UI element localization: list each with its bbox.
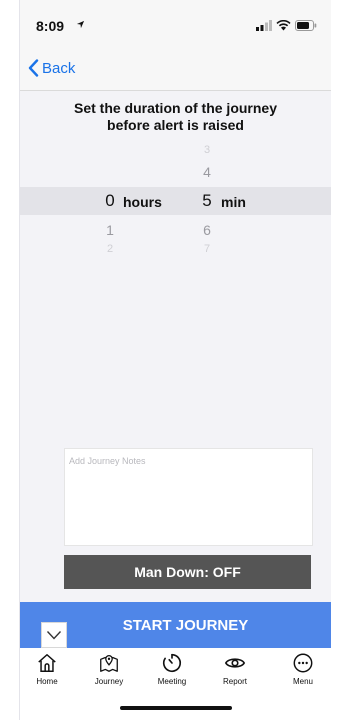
map-pin-icon xyxy=(100,655,118,672)
home-icon xyxy=(38,654,56,672)
hours-option[interactable]: 1 xyxy=(90,222,130,238)
tab-report[interactable]: Report xyxy=(204,652,266,696)
chevron-left-icon xyxy=(28,59,39,77)
minutes-option[interactable]: 7 xyxy=(187,243,227,255)
minutes-option[interactable]: 6 xyxy=(187,222,227,238)
tab-meeting[interactable]: Meeting xyxy=(141,652,203,696)
more-icon xyxy=(293,653,313,673)
journey-notes-placeholder: Add Journey Notes xyxy=(69,456,146,466)
tab-menu[interactable]: Menu xyxy=(272,652,334,696)
wifi-icon xyxy=(276,20,291,31)
home-indicator[interactable] xyxy=(120,706,232,710)
battery-icon xyxy=(295,20,317,31)
chevron-down-icon xyxy=(46,631,62,640)
eye-icon xyxy=(224,658,246,668)
start-journey-button[interactable]: START JOURNEY xyxy=(20,602,331,648)
phone-screen: 8:09 Back Set the duration of the journe… xyxy=(0,0,339,720)
picker-selection-highlight xyxy=(20,187,331,215)
tab-home[interactable]: Home xyxy=(16,652,78,696)
status-bar: 8:09 xyxy=(20,0,331,48)
tab-meeting-label: Meeting xyxy=(157,677,187,686)
minutes-unit-label: min xyxy=(221,194,246,210)
back-button[interactable]: Back xyxy=(28,56,75,80)
man-down-toggle-button[interactable]: Man Down: OFF xyxy=(64,555,311,589)
collapse-button[interactable] xyxy=(41,622,67,648)
page-title: Set the duration of the journey before a… xyxy=(20,100,331,134)
timer-icon xyxy=(162,653,182,673)
minutes-option[interactable]: 3 xyxy=(187,144,227,156)
window-edge xyxy=(0,0,18,720)
app-screen: 8:09 Back Set the duration of the journe… xyxy=(19,0,331,720)
back-label: Back xyxy=(42,59,76,77)
tab-journey-label: Journey xyxy=(94,677,124,686)
hours-option[interactable]: 2 xyxy=(90,243,130,255)
minutes-option[interactable]: 4 xyxy=(187,164,227,180)
status-icons xyxy=(256,20,317,31)
tab-menu-label: Menu xyxy=(292,677,313,686)
nav-bar: Back xyxy=(20,48,331,91)
status-time: 8:09 xyxy=(36,18,65,34)
title-line-1: Set the duration of the journey xyxy=(73,100,277,116)
signal-icon xyxy=(256,20,272,31)
journey-notes-input[interactable]: Add Journey Notes xyxy=(64,448,313,546)
start-journey-label: START JOURNEY xyxy=(122,617,249,634)
tab-report-label: Report xyxy=(222,677,247,686)
man-down-label: Man Down: OFF xyxy=(134,564,241,580)
tab-home-label: Home xyxy=(36,677,58,686)
hours-unit-label: hours xyxy=(123,194,162,210)
duration-picker[interactable]: 1 2 0 hours 3 4 5 6 7 min xyxy=(20,140,331,260)
tab-journey[interactable]: Journey xyxy=(78,652,140,696)
title-line-2: before alert is raised xyxy=(107,117,244,133)
location-arrow-icon xyxy=(76,20,85,29)
